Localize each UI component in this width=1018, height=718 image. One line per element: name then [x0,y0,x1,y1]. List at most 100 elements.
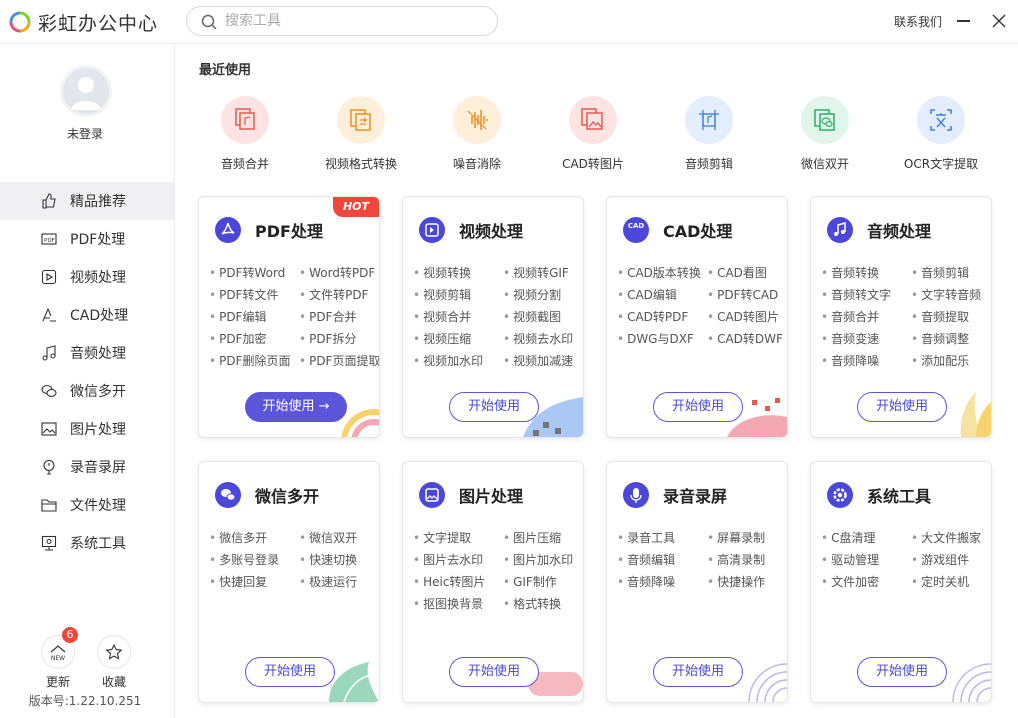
start-button[interactable]: 开始使用 [653,392,743,422]
feature-item[interactable]: 音频编辑 [617,552,707,568]
feature-item[interactable]: 快捷回复 [209,574,299,590]
feature-item[interactable]: Heic转图片 [413,574,503,590]
sidebar-item-system[interactable]: 系统工具 [0,524,174,562]
feature-item[interactable]: 抠图换背景 [413,596,503,612]
feature-item[interactable]: PDF转CAD [707,287,787,303]
start-button[interactable]: 开始使用 [857,392,947,422]
feature-item[interactable]: CAD转DWF [707,331,787,347]
sidebar-item-record[interactable]: 录音录屏 [0,448,174,486]
recent-item-wechat-dual[interactable]: 微信双开 [767,96,883,172]
sidebar-item-video[interactable]: 视频处理 [0,258,174,296]
card-cad[interactable]: CAD CAD处理 CAD版本转换 CAD看图 CAD编辑 PDF转CAD CA… [606,196,788,438]
start-button[interactable]: 开始使用 [245,657,335,687]
sidebar-item-recommended[interactable]: 精品推荐 [0,182,174,220]
sidebar-item-image[interactable]: 图片处理 [0,410,174,448]
card-video[interactable]: 视频处理 视频转换 视频转GIF 视频剪辑 视频分割 视频合并 视频截图 视频压… [402,196,584,438]
feature-item[interactable]: 录音工具 [617,530,707,546]
feature-item[interactable]: 添加配乐 [911,353,991,369]
feature-item[interactable]: 文件转PDF [299,287,379,303]
feature-item[interactable]: 文件加密 [821,574,911,590]
feature-item[interactable]: 视频分割 [503,287,583,303]
start-button[interactable]: 开始使用 → [245,392,347,422]
feature-item[interactable]: 图片加水印 [503,552,583,568]
feature-item[interactable]: GIF制作 [503,574,583,590]
feature-item[interactable]: PDF编辑 [209,309,299,325]
feature-item[interactable]: 图片去水印 [413,552,503,568]
feature-item[interactable]: 快速切换 [299,552,379,568]
feature-item[interactable]: 多账号登录 [209,552,299,568]
feature-item[interactable]: 图片压缩 [503,530,583,546]
recent-item-audio-merge[interactable]: 音频合并 [187,96,303,172]
card-pdf[interactable]: HOT PDF处理 PDF转Word Word转PDF PDF转文件 文件转PD… [198,196,380,438]
feature-item[interactable]: 音频转文字 [821,287,911,303]
sidebar-item-pdf[interactable]: PDF PDF处理 [0,220,174,258]
sidebar-item-audio[interactable]: 音频处理 [0,334,174,372]
feature-item[interactable]: 音频转换 [821,265,911,281]
feature-item[interactable]: 定时关机 [911,574,991,590]
feature-item[interactable]: 游戏组件 [911,552,991,568]
feature-item[interactable]: 文字转音频 [911,287,991,303]
feature-item[interactable]: 视频转GIF [503,265,583,281]
feature-item[interactable]: 音频合并 [821,309,911,325]
feature-item[interactable]: 微信多开 [209,530,299,546]
feature-item[interactable]: 格式转换 [503,596,583,612]
sidebar-item-wechat[interactable]: 微信多开 [0,372,174,410]
feature-item[interactable]: 大文件搬家 [911,530,991,546]
feature-item[interactable]: PDF加密 [209,331,299,347]
feature-item[interactable]: CAD转图片 [707,309,787,325]
contact-us-link[interactable]: 联系我们 [894,13,942,30]
feature-item[interactable]: 驱动管理 [821,552,911,568]
feature-item[interactable]: 视频加减速 [503,353,583,369]
card-audio[interactable]: 音频处理 音频转换 音频剪辑 音频转文字 文字转音频 音频合并 音频提取 音频变… [810,196,992,438]
feature-item[interactable]: 文字提取 [413,530,503,546]
feature-item[interactable]: PDF合并 [299,309,379,325]
start-button[interactable]: 开始使用 [857,657,947,687]
favorite-button[interactable]: 收藏 [94,635,134,689]
close-icon[interactable] [992,14,1006,28]
feature-item[interactable]: CAD看图 [707,265,787,281]
avatar[interactable] [60,65,112,117]
feature-item[interactable]: 快捷操作 [707,574,787,590]
feature-item[interactable]: PDF删除页面 [209,353,299,369]
sidebar-item-cad[interactable]: CAD处理 [0,296,174,334]
search-box[interactable] [186,6,498,36]
feature-item[interactable]: PDF转文件 [209,287,299,303]
feature-item[interactable]: 高清录制 [707,552,787,568]
feature-item[interactable]: DWG与DXF [617,331,707,347]
start-button[interactable]: 开始使用 [653,657,743,687]
recent-item-ocr[interactable]: OCR文字提取 [883,96,999,172]
feature-item[interactable]: 音频提取 [911,309,991,325]
feature-item[interactable]: 音频降噪 [617,574,707,590]
feature-item[interactable]: CAD版本转换 [617,265,707,281]
feature-item[interactable]: 音频降噪 [821,353,911,369]
recent-item-cad-to-image[interactable]: CAD转图片 [535,96,651,172]
minimize-icon[interactable] [957,20,970,22]
feature-item[interactable]: PDF页面提取 [299,353,379,369]
feature-item[interactable]: CAD编辑 [617,287,707,303]
login-status[interactable]: 未登录 [0,125,170,142]
start-button[interactable]: 开始使用 [449,657,539,687]
feature-item[interactable]: PDF拆分 [299,331,379,347]
feature-item[interactable]: 屏幕录制 [707,530,787,546]
start-button[interactable]: 开始使用 [449,392,539,422]
card-image[interactable]: 图片处理 文字提取 图片压缩 图片去水印 图片加水印 Heic转图片 GIF制作… [402,461,584,703]
feature-item[interactable]: 视频合并 [413,309,503,325]
feature-item[interactable]: 视频截图 [503,309,583,325]
feature-item[interactable]: PDF转Word [209,265,299,281]
feature-item[interactable]: C盘清理 [821,530,911,546]
sidebar-item-file[interactable]: 文件处理 [0,486,174,524]
feature-item[interactable]: 音频调整 [911,331,991,347]
card-system[interactable]: 系统工具 C盘清理 大文件搬家 驱动管理 游戏组件 文件加密 定时关机 开始使用 [810,461,992,703]
feature-item[interactable]: 极速运行 [299,574,379,590]
recent-item-audio-clip[interactable]: 音频剪辑 [651,96,767,172]
search-input[interactable] [225,11,485,31]
feature-item[interactable]: 视频压缩 [413,331,503,347]
feature-item[interactable]: 音频变速 [821,331,911,347]
feature-item[interactable]: 微信双开 [299,530,379,546]
card-record[interactable]: 录音录屏 录音工具 屏幕录制 音频编辑 高清录制 音频降噪 快捷操作 开始使用 [606,461,788,703]
feature-item[interactable]: CAD转PDF [617,309,707,325]
recent-item-video-convert[interactable]: 视频格式转换 [303,96,419,172]
recent-item-noise-removal[interactable]: 噪音消除 [419,96,535,172]
card-wechat[interactable]: 微信多开 微信多开 微信双开 多账号登录 快速切换 快捷回复 极速运行 开始使用 [198,461,380,703]
feature-item[interactable]: Word转PDF [299,265,379,281]
